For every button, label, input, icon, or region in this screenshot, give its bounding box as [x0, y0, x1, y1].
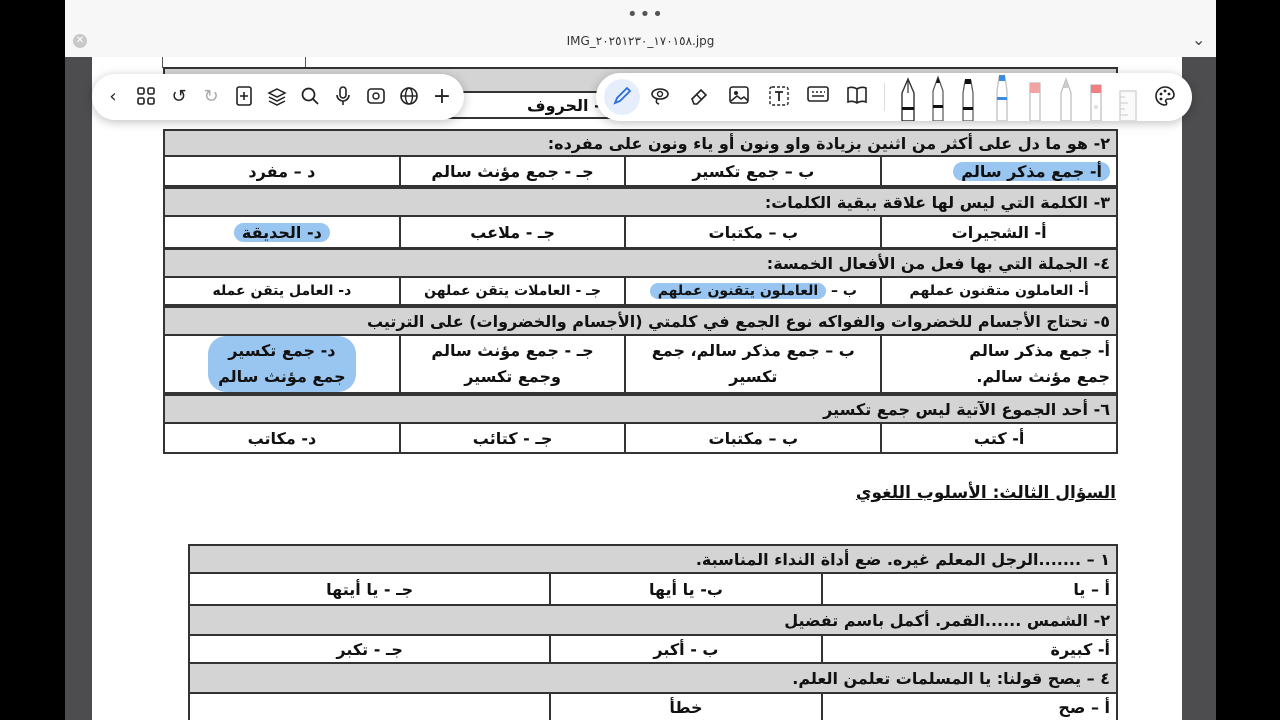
q2-header: ٢- هو ما دل على أكثر من اثنين بزيادة واو… — [163, 129, 1118, 157]
q3-header: ٣- الكلمة التي ليس لها علاقة ببقية الكلم… — [163, 187, 1118, 217]
q3-table: ٣- الكلمة التي ليس لها علاقة ببقية الكلم… — [163, 187, 1118, 249]
s3q4-option-b: خطأ — [549, 692, 823, 720]
navigation-toolbar: ‹ ↺ ↻ + — [92, 74, 464, 120]
q5-option-c-line1: جـ - جمع مؤنث سالم — [431, 341, 594, 360]
keyboard-icon[interactable] — [807, 85, 829, 107]
q4-option-c: جـ - العاملات يتقن عملهن — [398, 276, 627, 306]
s3q2-header: ٢- الشمس ......القمر. أكمل باسم تفضيل — [188, 604, 1118, 636]
q5-header: ٥- تحتاج الأجسام للخضروات والفواكه نوع ا… — [163, 306, 1118, 336]
s3q1-header: ١ – .......الرجل المعلم غيره. ضع أداة ال… — [188, 544, 1118, 574]
text-icon[interactable] — [768, 85, 790, 107]
q5-option-a-line2: جمع مؤنث سالم. — [976, 367, 1110, 386]
s3q2-option-a: أ- كبيرة — [820, 634, 1119, 664]
q6-table: ٦- أحد الجموع الآتية ليس جمع تكسير أ- كت… — [163, 394, 1118, 454]
q4-table: ٤- الجملة التي بها فعل من الأفعال الخمسة… — [163, 248, 1118, 306]
redo-icon[interactable]: ↻ — [200, 86, 222, 108]
q6-header: ٦- أحد الجموع الآتية ليس جمع تكسير — [163, 394, 1118, 424]
q5-option-c-line2: وجمع تكسير — [464, 367, 561, 386]
q4-option-b: العاملون يتقنون عملهم — [649, 283, 827, 299]
ruler-icon[interactable] — [1118, 89, 1138, 122]
q2-option-c: جـ - جمع مؤنث سالم — [398, 155, 627, 187]
s3q4-header: ٤ – يصح قولنا: يا المسلمات تعلمن العلم. — [188, 662, 1118, 694]
bookmark-icon[interactable] — [365, 86, 387, 108]
q5-table: ٥- تحتاج الأجسام للخضروات والفواكه نوع ا… — [163, 306, 1118, 394]
q2-option-b: ب – جمع تكسير — [624, 155, 883, 187]
q3-option-a: أ- الشجيرات — [880, 215, 1118, 249]
q2-option-a: أ- جمع مذكر سالم — [953, 161, 1110, 181]
q6-option-b: ب – مكتبات — [624, 422, 883, 454]
document-page: ... ءاء المخاطبة : جـ - الحروف ٢- هو ما … — [92, 57, 1182, 720]
lasso-icon[interactable] — [649, 85, 671, 107]
q6-option-d: د- مكاتب — [163, 422, 401, 454]
q5-option-a-line1: أ- جمع مذكر سالم — [969, 341, 1110, 360]
q3-option-b: ب – مكتبات — [624, 215, 883, 249]
s3q4-option-a: أ – صح — [820, 692, 1119, 720]
q3-option-d: د- الحديقة — [233, 222, 330, 242]
q5-option-d-line2: جمع مؤنث سالم — [218, 367, 346, 386]
q2-table: ٢- هو ما دل على أكثر من اثنين بزيادة واو… — [163, 129, 1118, 187]
annotation-toolbar — [596, 73, 1192, 122]
pen-black-icon[interactable] — [930, 75, 946, 122]
q4-option-a: أ- العاملون متقنون عملهم — [880, 276, 1118, 306]
file-title: IMG_١٧٠١٥٨_٢٠٢٥١٢٣٠.jpg — [566, 34, 715, 48]
layers-icon[interactable] — [266, 86, 288, 108]
s3q2-option-b: ب - أكبر — [549, 634, 823, 664]
s3q1-option-c: جـ - يا أيتها — [187, 572, 552, 606]
s3q1-option-b: ب- يا أيها — [549, 572, 823, 606]
highlighter-blue-icon[interactable] — [994, 73, 1010, 122]
marker-black-icon[interactable] — [960, 77, 976, 122]
chevron-down-icon[interactable]: ⌄ — [1192, 30, 1205, 49]
image-icon[interactable] — [728, 85, 750, 107]
grid-icon[interactable] — [135, 86, 157, 108]
q5-option-d-line1: د- جمع تكسير — [228, 341, 336, 360]
q5-option-b-line1: ب – جمع مذكر سالم، جمع — [651, 341, 855, 360]
plus-icon[interactable]: + — [431, 86, 453, 108]
s3q1-option-a: أ – يا — [820, 572, 1119, 606]
book-icon[interactable] — [846, 85, 868, 107]
chevron-left-icon[interactable]: ‹ — [102, 86, 124, 108]
add-page-icon[interactable] — [233, 86, 255, 108]
title-bar: ••• ✕ IMG_١٧٠١٥٨_٢٠٢٥١٢٣٠.jpg ⌄ — [65, 0, 1216, 58]
q6-option-a: أ- كتب — [880, 422, 1118, 454]
q2-option-d: د – مفرد — [163, 155, 401, 187]
q4-option-b-prefix: ب – — [831, 283, 857, 299]
q6-option-c: جـ - كتائب — [398, 422, 627, 454]
left-letterbox — [0, 0, 65, 720]
q4-option-d: د- العامل يتقن عمله — [163, 276, 401, 306]
microphone-icon[interactable] — [332, 86, 354, 108]
highlighter-pink-icon[interactable] — [1026, 77, 1044, 122]
right-letterbox — [1216, 0, 1280, 720]
q4-header: ٤- الجملة التي بها فعل من الأفعال الخمسة… — [163, 248, 1118, 278]
section-3-title: السؤال الثالث: الأسلوب اللغوي — [855, 483, 1116, 503]
eraser-pink-icon[interactable] — [1088, 77, 1104, 122]
search-icon[interactable] — [299, 86, 321, 108]
undo-icon[interactable]: ↺ — [168, 86, 190, 108]
pen-icon[interactable] — [611, 85, 633, 107]
q3-option-c: جـ - ملاعب — [398, 215, 627, 249]
fountain-pen-icon[interactable] — [898, 77, 918, 122]
s3-table: ١ – .......الرجل المعلم غيره. ضع أداة ال… — [187, 544, 1119, 720]
eraser-icon[interactable] — [688, 85, 710, 107]
q5-option-b-line2: تكسير — [729, 367, 778, 386]
color-palette-icon[interactable] — [1154, 85, 1176, 107]
s3q2-option-c: جـ - تكبر — [187, 634, 552, 664]
globe-icon[interactable] — [398, 86, 420, 108]
pencil-icon[interactable] — [1058, 77, 1074, 122]
more-dots-icon[interactable]: ••• — [627, 4, 665, 25]
